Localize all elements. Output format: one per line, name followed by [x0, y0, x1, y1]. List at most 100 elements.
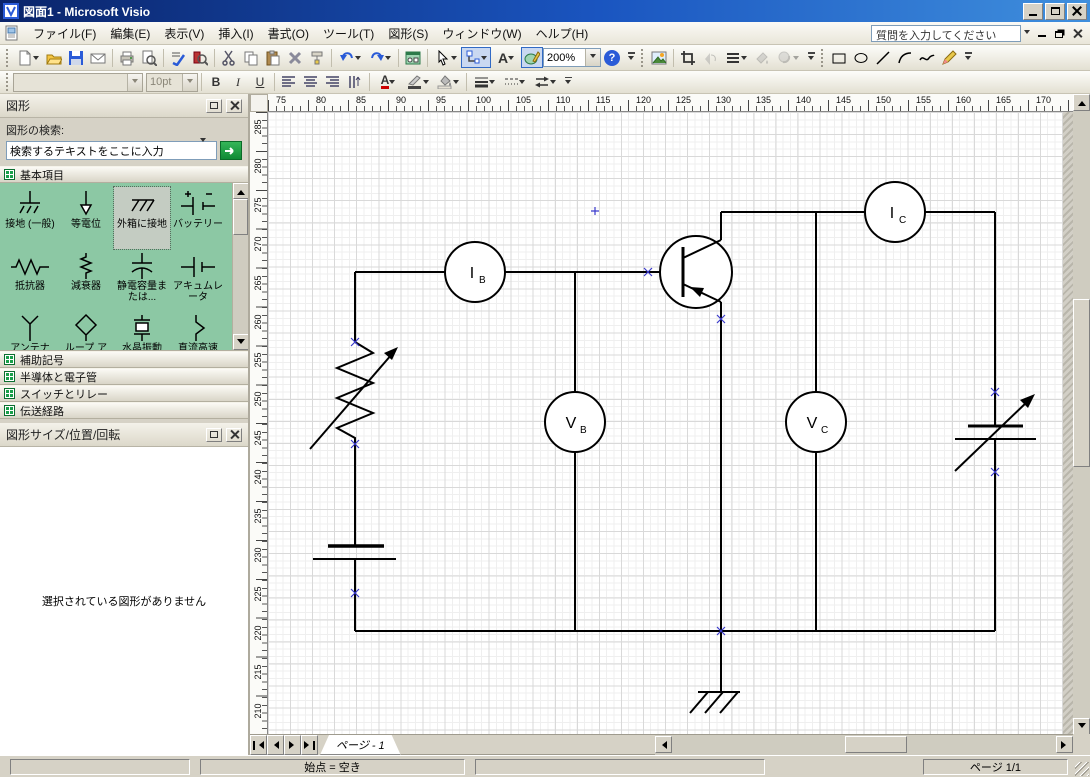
paste-button[interactable] — [262, 47, 284, 68]
scroll-up-button[interactable] — [1073, 94, 1090, 111]
align-right-button[interactable] — [322, 72, 344, 93]
ellipse-tool-button[interactable] — [850, 47, 872, 68]
copy-button[interactable] — [240, 47, 262, 68]
shape-search-input[interactable]: 検索するテキストをここに入力 — [6, 138, 217, 160]
line-pattern-button[interactable] — [500, 72, 530, 93]
email-button[interactable] — [87, 47, 109, 68]
zoom-combo[interactable]: 200% — [543, 48, 601, 67]
stencil-shape-antenna[interactable]: アンテナ — [2, 311, 58, 350]
panel-close-button[interactable] — [226, 427, 242, 442]
scroll-down-button[interactable] — [1073, 718, 1090, 735]
insert-picture-button[interactable] — [648, 47, 670, 68]
line-ends-button[interactable] — [530, 72, 560, 93]
variable-resistor-shape[interactable] — [309, 341, 398, 450]
font-size-combo[interactable]: 10pt — [146, 72, 198, 92]
freeform-tool-button[interactable] — [916, 47, 938, 68]
italic-button[interactable]: I — [227, 72, 249, 93]
line-weight-picture-button[interactable] — [721, 47, 751, 68]
pointer-tool-button[interactable] — [431, 47, 461, 68]
cut-button[interactable] — [218, 47, 240, 68]
menu-format[interactable]: 書式(O) — [261, 22, 316, 45]
vertical-scrollbar[interactable] — [1073, 94, 1090, 735]
question-dropdown[interactable] — [1021, 25, 1032, 42]
transistor-shape[interactable] — [659, 212, 733, 631]
resize-grip[interactable] — [1075, 762, 1089, 776]
stencil-section-semiconductors[interactable]: 半導体と電子管 — [0, 368, 248, 385]
stencil-shape-resistor[interactable]: 抵抗器 — [2, 249, 58, 311]
font-name-combo[interactable] — [13, 72, 143, 92]
toolbar-options-button[interactable] — [562, 72, 574, 92]
meter-IC[interactable] — [864, 181, 926, 243]
stencil-section-basic-items[interactable]: 基本項目 — [0, 166, 248, 183]
toolbar-drag-handle[interactable] — [5, 73, 10, 91]
question-input[interactable]: 質問を入力してください — [871, 24, 1021, 42]
panel-close-button[interactable] — [226, 98, 242, 113]
stencil-shape-attenuator[interactable]: 減衰器 — [58, 249, 114, 311]
drawing-page[interactable]: I B I C V B V C — [268, 112, 1073, 734]
scroll-down-button[interactable] — [233, 334, 248, 350]
menu-shape[interactable]: 図形(S) — [381, 22, 435, 45]
maximize-button[interactable] — [1045, 2, 1065, 20]
shadow-button[interactable] — [773, 47, 803, 68]
panel-float-button[interactable] — [206, 98, 222, 113]
fill-color-button[interactable] — [433, 72, 463, 93]
new-button[interactable] — [13, 47, 43, 68]
pencil-tool-button[interactable] — [938, 47, 960, 68]
toolbar-drag-handle[interactable] — [820, 48, 825, 67]
text-vertical-button[interactable] — [344, 72, 366, 93]
redo-button[interactable] — [365, 47, 395, 68]
text-tool-button[interactable]: A — [491, 47, 521, 68]
scrollbar-thumb[interactable] — [845, 736, 907, 753]
meter-IB[interactable] — [444, 241, 506, 303]
stencil-shape-battery[interactable]: バッテリー — [170, 187, 226, 249]
horizontal-scrollbar[interactable] — [655, 735, 1073, 755]
stencil-shape-accumulator[interactable]: アキュムレータ — [170, 249, 226, 311]
stencil-section-switches-relays[interactable]: スイッチとリレー — [0, 385, 248, 402]
stencil-shape-chassis-ground[interactable]: 外箱に接地 — [113, 186, 171, 250]
menu-insert[interactable]: 挿入(I) — [211, 22, 260, 45]
connector-tool-button[interactable] — [461, 47, 491, 68]
scroll-left-button[interactable] — [655, 736, 672, 753]
shapes-window-button[interactable] — [402, 47, 424, 68]
stencil-scrollbar[interactable] — [232, 183, 248, 350]
doc-close-button[interactable] — [1069, 26, 1086, 41]
stencil-shape-equipotential[interactable]: 等電位 — [58, 187, 114, 249]
scroll-right-button[interactable] — [1056, 736, 1073, 753]
menu-view[interactable]: 表示(V) — [157, 22, 211, 45]
menu-file[interactable]: ファイル(F) — [26, 22, 103, 45]
close-button[interactable] — [1067, 2, 1087, 20]
undo-button[interactable] — [335, 47, 365, 68]
page-tab[interactable]: ページ - 1 — [320, 735, 401, 755]
doc-restore-button[interactable] — [1051, 26, 1068, 41]
menu-tools[interactable]: ツール(T) — [316, 22, 381, 45]
search-go-button[interactable] — [220, 141, 242, 160]
stencil-shape-crystal[interactable]: 水晶振動 — [114, 311, 170, 350]
minimize-button[interactable] — [1023, 2, 1043, 20]
prev-page-button[interactable] — [267, 735, 284, 755]
align-center-button[interactable] — [300, 72, 322, 93]
help-button[interactable]: ? — [601, 47, 623, 68]
battery-shape[interactable] — [313, 544, 396, 560]
chevron-down-icon[interactable] — [182, 73, 197, 91]
chevron-down-icon[interactable] — [127, 73, 142, 91]
delete-button[interactable] — [284, 47, 306, 68]
toolbar-options-button[interactable] — [805, 48, 817, 68]
spelling-button[interactable] — [167, 47, 189, 68]
stencil-shape-loop-antenna[interactable]: ループ ア — [58, 311, 114, 350]
line-weight-button[interactable] — [470, 72, 500, 93]
last-page-button[interactable] — [301, 735, 318, 755]
save-button[interactable] — [65, 47, 87, 68]
toolbar-drag-handle[interactable] — [640, 48, 645, 67]
open-button[interactable] — [43, 47, 65, 68]
research-button[interactable] — [189, 47, 211, 68]
menu-edit[interactable]: 編集(E) — [103, 22, 157, 45]
panel-float-button[interactable] — [206, 427, 222, 442]
next-page-button[interactable] — [284, 735, 301, 755]
stencil-shape-capacitor[interactable]: 静電容量または... — [114, 249, 170, 311]
toolbar-options-button[interactable] — [625, 48, 637, 68]
bold-button[interactable]: B — [205, 72, 227, 93]
menu-help[interactable]: ヘルプ(H) — [529, 22, 596, 45]
scrollbar-thumb[interactable] — [233, 199, 248, 235]
crop-button[interactable] — [677, 47, 699, 68]
line-tool-button[interactable] — [872, 47, 894, 68]
